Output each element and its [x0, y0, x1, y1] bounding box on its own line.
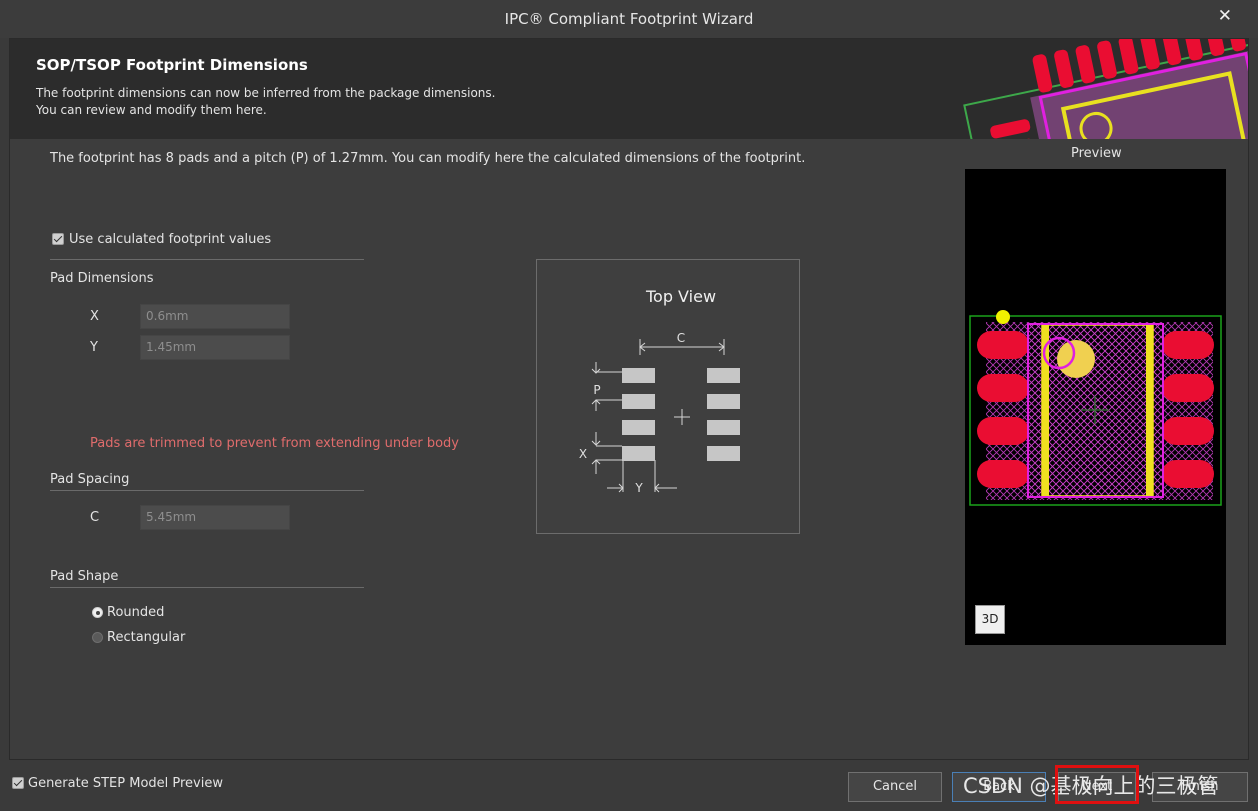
page-description-line1: The footprint dimensions can now be infe…	[36, 86, 496, 100]
trim-warning: Pads are trimmed to prevent from extendi…	[90, 436, 459, 451]
rectangular-radio[interactable]	[92, 632, 103, 643]
title-bar: IPC® Compliant Footprint Wizard ✕	[0, 0, 1258, 38]
pad-x-field[interactable]: 0.6mm	[140, 304, 290, 329]
divider	[50, 259, 364, 260]
pad-y-label: Y	[90, 340, 98, 355]
wizard-header: SOP/TSOP Footprint Dimensions The footpr…	[10, 39, 1248, 139]
pad-y-field[interactable]: 1.45mm	[140, 335, 290, 360]
pad-c-label: C	[90, 510, 100, 525]
intro-text: The footprint has 8 pads and a pitch (P)…	[50, 151, 806, 166]
pad-dimensions-heading: Pad Dimensions	[50, 271, 154, 286]
divider	[50, 490, 364, 491]
highlight-box	[1055, 765, 1139, 804]
footprint-preview-drawing	[969, 310, 1222, 506]
dim-p-label: P	[593, 383, 600, 397]
rounded-radio[interactable]	[92, 607, 103, 618]
rounded-label: Rounded	[107, 605, 165, 620]
divider	[50, 587, 364, 588]
use-calculated-checkbox[interactable]	[52, 233, 64, 245]
window-title: IPC® Compliant Footprint Wizard	[504, 10, 754, 28]
pad-c-field[interactable]: 5.45mm	[140, 505, 290, 530]
preview-label: Preview	[1071, 146, 1122, 161]
pad-spacing-heading: Pad Spacing	[50, 472, 130, 487]
dim-c-label: C	[677, 331, 685, 345]
top-view-diagram: Top View C P X Y	[536, 259, 800, 534]
pad-x-label: X	[90, 309, 99, 324]
rectangular-label: Rectangular	[107, 630, 186, 645]
page-description: The footprint dimensions can now be infe…	[36, 85, 495, 119]
close-icon[interactable]: ✕	[1218, 6, 1232, 26]
step-preview-checkbox[interactable]	[12, 777, 24, 789]
pad-shape-heading: Pad Shape	[50, 569, 119, 584]
page-title: SOP/TSOP Footprint Dimensions	[36, 56, 308, 74]
dim-y-label: Y	[634, 481, 643, 495]
dim-x-label: X	[579, 447, 587, 461]
page-description-line2: You can review and modify them here.	[36, 103, 267, 117]
top-view-drawing: Top View C P X Y	[579, 287, 740, 495]
use-calculated-label: Use calculated footprint values	[69, 232, 272, 247]
footprint-preview[interactable]	[965, 169, 1226, 645]
view-3d-button[interactable]: 3D	[975, 605, 1005, 634]
cancel-button[interactable]: Cancel	[848, 772, 942, 802]
step-preview-label: Generate STEP Model Preview	[28, 776, 223, 791]
top-view-title: Top View	[645, 287, 716, 306]
header-footprint-art	[930, 39, 1248, 139]
